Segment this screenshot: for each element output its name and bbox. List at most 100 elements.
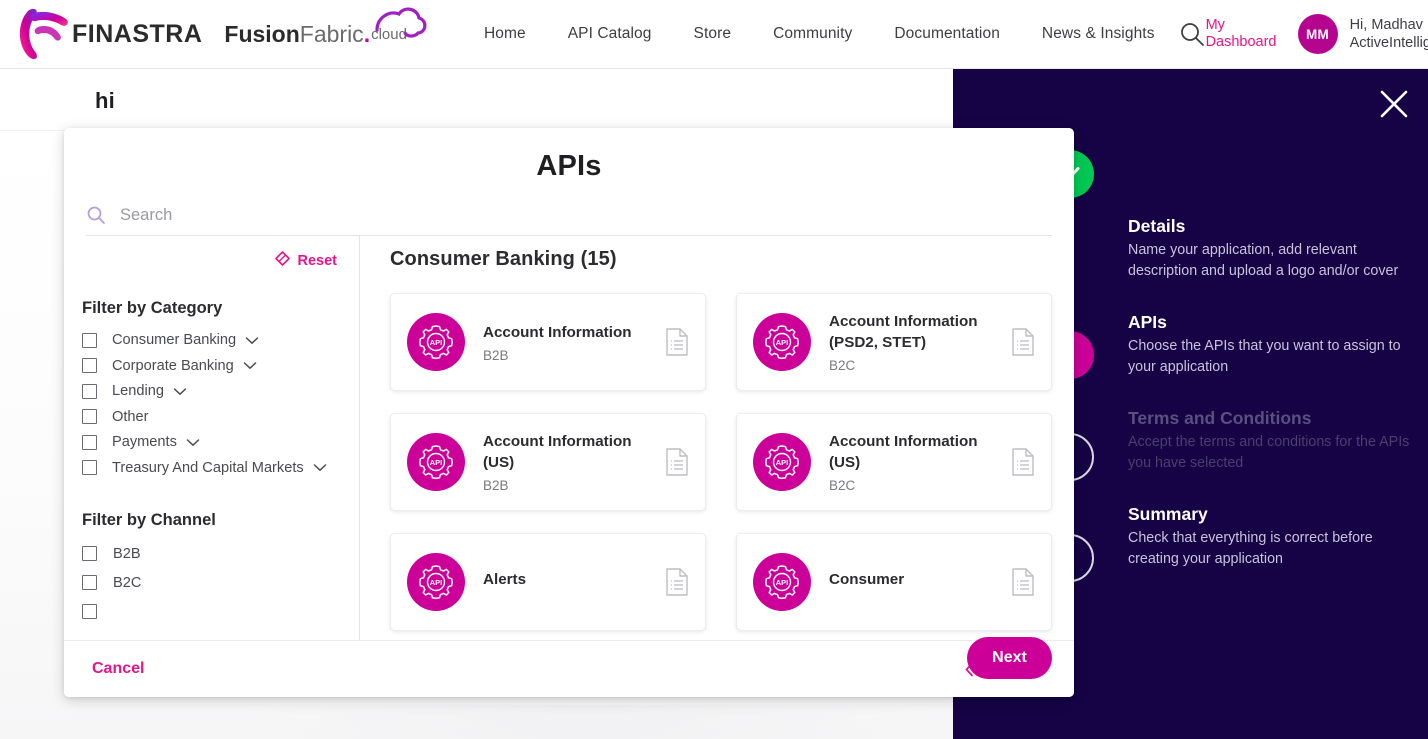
document-icon[interactable] bbox=[1011, 448, 1035, 476]
filter-option-consumer-banking[interactable]: Consumer Banking bbox=[82, 332, 337, 348]
wizard-step-summary: Summary Check that everything is correct… bbox=[1128, 503, 1413, 569]
document-icon[interactable] bbox=[665, 328, 689, 356]
wizard-step-details[interactable]: Details Name your application, add relev… bbox=[1128, 215, 1413, 281]
filter-option-label: Treasury And Capital Markets bbox=[112, 459, 304, 476]
finastra-logo-icon bbox=[14, 3, 76, 65]
next-button[interactable]: Next bbox=[967, 637, 1052, 679]
filter-option-b2c[interactable]: B2C bbox=[82, 575, 337, 591]
reset-button[interactable]: Reset bbox=[82, 250, 337, 272]
category-title: Consumer Banking (15) bbox=[390, 248, 617, 270]
checkbox[interactable] bbox=[82, 546, 97, 561]
checkbox[interactable] bbox=[82, 575, 97, 590]
cancel-button[interactable]: Cancel bbox=[92, 660, 144, 678]
chevron-down-icon[interactable] bbox=[186, 438, 200, 447]
api-card-list: Consumer Banking (15) API Account Inform… bbox=[360, 236, 1074, 640]
modal-title: APIs bbox=[536, 150, 602, 182]
chevron-down-icon[interactable] bbox=[313, 463, 327, 472]
nav-link-store[interactable]: Store bbox=[673, 25, 753, 43]
search-icon[interactable] bbox=[1178, 20, 1206, 48]
api-card[interactable]: API Account Information (US) B2B bbox=[390, 413, 706, 511]
document-icon[interactable] bbox=[665, 568, 689, 596]
api-card-name: Consumer bbox=[829, 571, 905, 588]
chevron-down-icon[interactable] bbox=[173, 387, 187, 396]
checkbox[interactable] bbox=[82, 603, 97, 619]
nav-link-api-catalog[interactable]: API Catalog bbox=[547, 25, 673, 43]
api-selection-modal: APIs Search Reset Filter by Category Con… bbox=[64, 128, 1074, 697]
filter-sidebar: Reset Filter by Category Consumer Bankin… bbox=[64, 236, 360, 640]
api-card[interactable]: API Account Information (PSD2, STET) B2C bbox=[736, 293, 1052, 391]
api-card-meta: Account Information (US) B2C bbox=[829, 431, 1003, 493]
filter-option-corporate-banking[interactable]: Corporate Banking bbox=[82, 358, 337, 374]
checkbox[interactable] bbox=[82, 358, 97, 373]
api-card[interactable]: API Alerts bbox=[390, 533, 706, 631]
checkbox[interactable] bbox=[82, 460, 97, 475]
svg-text:API: API bbox=[430, 458, 443, 467]
checkbox[interactable] bbox=[82, 409, 97, 424]
wizard-step-title: Details bbox=[1128, 216, 1186, 236]
filter-option-partial[interactable] bbox=[82, 603, 337, 619]
filter-option-lending[interactable]: Lending bbox=[82, 383, 337, 399]
api-card-channel: B2C bbox=[829, 478, 856, 493]
background-decoration bbox=[237, 705, 937, 739]
api-card-meta: Account Information B2B bbox=[483, 322, 657, 363]
filter-option-b2b[interactable]: B2B bbox=[82, 546, 337, 562]
filter-option-label: Consumer Banking bbox=[112, 332, 237, 348]
svg-text:API: API bbox=[776, 578, 789, 587]
wizard-step-description: Choose the APIs that you want to assign … bbox=[1128, 338, 1401, 375]
wizard-stepper: Details Name your application, add relev… bbox=[1128, 215, 1413, 569]
api-card-name: Alerts bbox=[483, 571, 527, 588]
svg-text:API: API bbox=[776, 338, 789, 347]
nav-user-area: My Dashboard MM Hi, Madhav Mehra ActiveI… bbox=[1206, 14, 1428, 54]
filter-channel-group: B2B B2C bbox=[82, 546, 337, 619]
brand-logo-group[interactable]: FINASTRA Fusion Fabric. cloud bbox=[14, 3, 427, 65]
api-card-meta: Consumer bbox=[829, 569, 1003, 595]
filter-option-label: B2B bbox=[113, 545, 141, 562]
wizard-step-description: Name your application, add relevant desc… bbox=[1128, 242, 1399, 279]
document-icon[interactable] bbox=[1011, 328, 1035, 356]
avatar[interactable]: MM bbox=[1297, 14, 1338, 54]
wizard-step-title: Summary bbox=[1128, 504, 1208, 524]
wizard-step-description: Accept the terms and conditions for the … bbox=[1128, 434, 1410, 471]
api-gear-icon: API bbox=[407, 313, 465, 371]
user-greeting: Hi, Madhav Mehra bbox=[1349, 16, 1428, 33]
search-input[interactable] bbox=[120, 205, 1052, 225]
wizard-step-description: Check that everything is correct before … bbox=[1128, 530, 1373, 567]
search-icon bbox=[86, 205, 106, 225]
nav-link-documentation[interactable]: Documentation bbox=[873, 25, 1021, 43]
api-card-name: Account Information (US) bbox=[483, 433, 632, 471]
api-card[interactable]: API Consumer bbox=[736, 533, 1052, 631]
api-card-grid: API Account Information B2B API Account … bbox=[390, 293, 1052, 631]
nav-link-community[interactable]: Community bbox=[752, 25, 873, 43]
filter-category-group: Consumer Banking Corporate Banking Lendi… bbox=[82, 332, 337, 476]
api-card[interactable]: API Account Information B2B bbox=[390, 293, 706, 391]
wizard-step-terms-and-conditions: Terms and Conditions Accept the terms an… bbox=[1128, 407, 1413, 473]
svg-text:API: API bbox=[430, 338, 443, 347]
checkbox[interactable] bbox=[82, 383, 97, 399]
nav-links: Home API Catalog Store Community Documen… bbox=[463, 20, 1206, 48]
chevron-down-icon[interactable] bbox=[245, 336, 259, 345]
nav-link-news-insights[interactable]: News & Insights bbox=[1021, 25, 1176, 43]
my-dashboard-link[interactable]: My Dashboard bbox=[1206, 17, 1284, 51]
api-card[interactable]: API Account Information (US) B2C bbox=[736, 413, 1052, 511]
document-icon[interactable] bbox=[1011, 568, 1035, 596]
filter-option-payments[interactable]: Payments bbox=[82, 434, 337, 450]
filter-option-other[interactable]: Other bbox=[82, 409, 337, 425]
api-card-channel: B2B bbox=[483, 478, 509, 493]
checkbox[interactable] bbox=[82, 332, 97, 348]
product-name-bold: Fusion bbox=[224, 20, 300, 47]
cloud-swirl-icon bbox=[371, 4, 429, 44]
chevron-down-icon[interactable] bbox=[243, 361, 257, 370]
filter-option-treasury-and-capital-markets[interactable]: Treasury And Capital Markets bbox=[82, 460, 337, 476]
top-navigation-bar: FINASTRA Fusion Fabric. cloud Home API Cat… bbox=[0, 0, 1428, 69]
checkbox[interactable] bbox=[82, 434, 97, 450]
document-icon[interactable] bbox=[665, 448, 689, 476]
api-gear-icon: API bbox=[753, 313, 811, 371]
api-card-meta: Account Information (US) B2B bbox=[483, 431, 657, 493]
api-gear-icon: API bbox=[407, 553, 465, 611]
api-card-name: Account Information (US) bbox=[829, 433, 978, 471]
nav-link-home[interactable]: Home bbox=[463, 25, 547, 43]
svg-text:API: API bbox=[776, 458, 789, 467]
close-icon[interactable] bbox=[1377, 87, 1411, 121]
product-name: Fusion Fabric. cloud bbox=[224, 7, 427, 48]
wizard-step-apis[interactable]: APIs Choose the APIs that you want to as… bbox=[1128, 311, 1413, 377]
